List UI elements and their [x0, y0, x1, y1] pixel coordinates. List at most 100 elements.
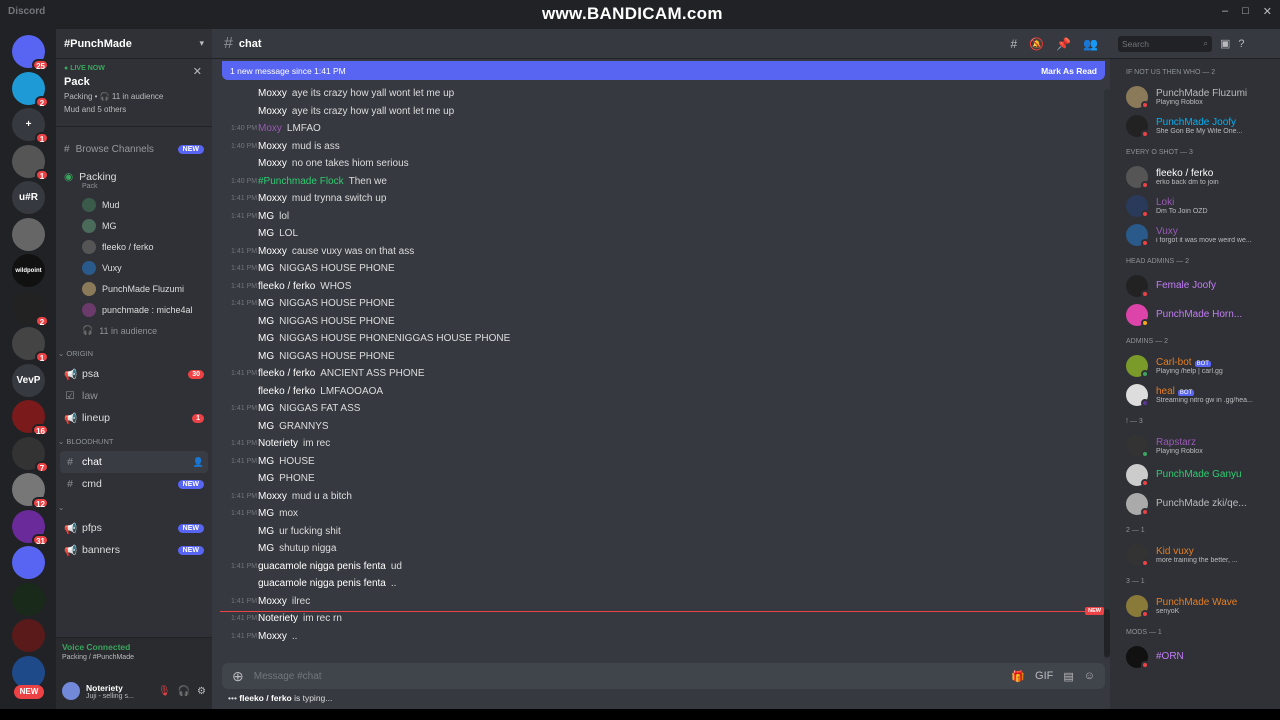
live-now-panel[interactable]: ● LIVE NOW Pack Packing • 🎧 11 in audien…	[56, 59, 212, 127]
message-author[interactable]: MG	[258, 351, 274, 362]
server-icon[interactable]: 1	[12, 327, 49, 363]
member-item[interactable]: Loki Dm To Join OZD	[1110, 192, 1280, 219]
member-item[interactable]: Carl-bot BOT Playing /help | carl.gg	[1110, 352, 1280, 379]
headphones-icon[interactable]: 🎧	[178, 686, 190, 697]
chat-message[interactable]: 1:41 PM Noteriety im rec rn	[212, 610, 1110, 628]
member-item[interactable]: PunchMade Joofy She Gon Be My Wife One...	[1110, 112, 1280, 139]
message-author[interactable]: MG	[258, 263, 274, 274]
mark-as-read-button[interactable]: Mark As Read	[1041, 66, 1097, 76]
channel-psa[interactable]: 📢 psa 30	[60, 363, 208, 385]
member-list-icon[interactable]: 👥	[1083, 37, 1098, 51]
member-item[interactable]: Kid vuxy more training the better, ...	[1110, 541, 1280, 568]
server-icon[interactable]: 2	[12, 290, 49, 327]
server-icon[interactable]: u#R	[12, 181, 45, 214]
notification-bell-icon[interactable]: 🔕	[1029, 37, 1044, 51]
chat-message[interactable]: MG PHONE	[212, 470, 1110, 488]
channel-banners[interactable]: 📢 banners NEW	[60, 539, 208, 561]
member-item[interactable]: PunchMade zki/qe...	[1110, 490, 1280, 517]
server-icon[interactable]	[12, 619, 45, 652]
member-item[interactable]: PunchMade Horn...	[1110, 301, 1280, 328]
member-item[interactable]: Female Joofy	[1110, 272, 1280, 299]
voice-channel-packing[interactable]: ◉ Packing Pack	[56, 171, 212, 190]
pin-icon[interactable]: 📌	[1056, 37, 1071, 51]
category-header[interactable]: ⌄	[56, 503, 212, 517]
chat-message[interactable]: 1:41 PM MG mox	[212, 505, 1110, 523]
server-icon[interactable]: 12	[12, 473, 49, 509]
server-icon[interactable]: 1	[12, 144, 49, 181]
chat-message[interactable]: MG ur fucking shit	[212, 523, 1110, 541]
server-icon[interactable]	[12, 546, 45, 579]
chat-message[interactable]: 1:40 PM Moxxy mud is ass	[212, 138, 1110, 156]
chat-message[interactable]: MG GRANNYS	[212, 418, 1110, 436]
chat-message[interactable]: MG NIGGAS HOUSE PHONENIGGAS HOUSE PHONE	[212, 330, 1110, 348]
message-author[interactable]: MG	[258, 316, 274, 327]
category-header[interactable]: ⌄ BLOODHUNT	[56, 437, 212, 451]
channel-law[interactable]: ☑ law	[60, 385, 208, 407]
server-icon[interactable]: wildpoint	[12, 254, 45, 287]
voice-member[interactable]: Mud	[56, 194, 212, 215]
member-item[interactable]: Vuxy i forgot it was move weird we...	[1110, 221, 1280, 248]
member-item[interactable]: heal BOT Streaming nitro gw in .gg/hea...	[1110, 381, 1280, 408]
message-author[interactable]: MG	[258, 526, 274, 537]
message-author[interactable]: MG	[258, 333, 274, 344]
message-author[interactable]: fleeko / ferko	[258, 368, 315, 379]
server-icon[interactable]	[12, 655, 45, 689]
message-author[interactable]: MG	[258, 473, 274, 484]
server-icon[interactable]: 7	[12, 436, 49, 473]
chat-message[interactable]: 1:41 PM MG lol	[212, 208, 1110, 226]
message-author[interactable]: Noteriety	[258, 438, 298, 449]
chat-message[interactable]: Moxxy aye its crazy how yall wont let me …	[212, 103, 1110, 121]
inbox-icon[interactable]: ▣	[1220, 37, 1230, 50]
member-item[interactable]: fleeko / ferko erko back dm to join	[1110, 163, 1280, 190]
voice-member[interactable]: fleeko / ferko	[56, 236, 212, 257]
message-author[interactable]: MG	[258, 456, 274, 467]
server-icon[interactable]: 31	[12, 509, 49, 546]
message-input[interactable]: Message #chat	[254, 671, 322, 682]
member-item[interactable]: #ORN	[1110, 643, 1280, 670]
chat-message[interactable]: 1:41 PM MG NIGGAS HOUSE PHONE	[212, 260, 1110, 278]
message-author[interactable]: guacamole nigga penis fenta	[258, 578, 386, 589]
chat-message[interactable]: MG NIGGAS HOUSE PHONE	[212, 313, 1110, 331]
message-author[interactable]: guacamole nigga penis fenta	[258, 561, 386, 572]
message-author[interactable]: MG	[258, 543, 274, 554]
server-icon[interactable]: 25	[12, 35, 49, 71]
message-author[interactable]: MG	[258, 228, 274, 239]
voice-member[interactable]: MG	[56, 215, 212, 236]
voice-member[interactable]: Vuxy	[56, 257, 212, 278]
member-item[interactable]: PunchMade Ganyu	[1110, 461, 1280, 488]
maximize-icon[interactable]: □	[1242, 5, 1249, 18]
close-icon[interactable]: ✕	[193, 65, 202, 78]
chat-message[interactable]: 1:40 PM #Punchmade Flock Then we	[212, 173, 1110, 191]
add-member-icon[interactable]: 👤	[193, 457, 204, 468]
voice-member[interactable]: PunchMade Fluzumi	[56, 278, 212, 299]
message-author[interactable]: MG	[258, 211, 274, 222]
gear-icon[interactable]: ⚙	[197, 686, 206, 697]
chat-message[interactable]: MG NIGGAS HOUSE PHONE	[212, 348, 1110, 366]
chat-message[interactable]: 1:41 PM Moxxy..	[212, 628, 1110, 646]
search-input[interactable]: Search ⌕	[1118, 35, 1212, 52]
message-author[interactable]: Noteriety	[258, 613, 298, 624]
help-icon[interactable]: ?	[1238, 38, 1244, 50]
member-item[interactable]: PunchMade Wave senyoK	[1110, 592, 1280, 619]
message-author[interactable]: MG	[258, 298, 274, 309]
server-icon[interactable]: 16	[12, 400, 49, 436]
gift-icon[interactable]: 🎁	[1011, 670, 1025, 683]
message-author[interactable]: Moxxy	[258, 246, 287, 257]
message-author[interactable]: MG	[258, 403, 274, 414]
chat-message[interactable]: Moxxy aye its crazy how yall wont let me …	[212, 85, 1110, 103]
message-author[interactable]: Moxxy	[258, 491, 287, 502]
message-author[interactable]: fleeko / ferko	[258, 281, 315, 292]
message-author[interactable]: MG	[258, 508, 274, 519]
mute-icon[interactable]: 🎙	[158, 686, 171, 697]
chat-message[interactable]: 1:41 PM Moxxy mud trynna switch up	[212, 190, 1110, 208]
message-author[interactable]: Moxxy	[258, 596, 287, 607]
avatar[interactable]	[62, 682, 80, 700]
chat-message[interactable]: fleeko / ferko LMFAOOAOA	[212, 383, 1110, 401]
chat-message[interactable]: 1:41 PM Moxxy ilrec	[212, 593, 1110, 611]
message-author[interactable]: Moxy	[258, 123, 282, 134]
message-author[interactable]: Moxxy	[258, 106, 287, 117]
member-item[interactable]: Rapstarz Playing Roblox	[1110, 432, 1280, 459]
chat-message[interactable]: 1:41 PM MG NIGGAS HOUSE PHONE	[212, 295, 1110, 313]
message-composer[interactable]: ⊕ Message #chat 🎁 GIF ▤ ☺	[222, 663, 1105, 689]
message-author[interactable]: Moxxy	[258, 158, 287, 169]
